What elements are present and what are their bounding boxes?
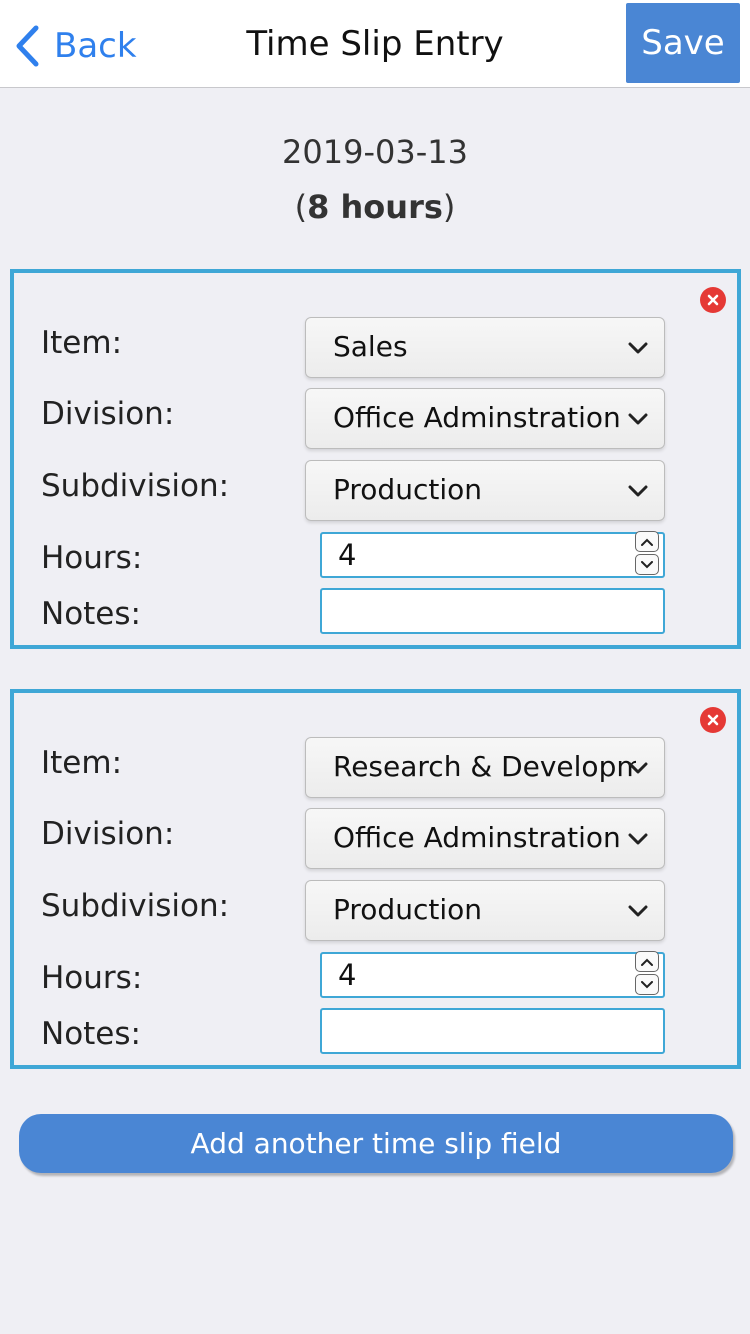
chevron-down-icon <box>628 833 648 845</box>
total-hours-suffix: ) <box>442 188 456 226</box>
subdivision-select[interactable]: Production <box>305 880 665 941</box>
notes-label: Notes: <box>41 596 141 632</box>
item-label: Item: <box>41 745 123 781</box>
time-slip-card: Item: Research & Development Division: O… <box>10 689 741 1069</box>
time-slip-card: Item: Sales Division: Office Adminstrati… <box>10 269 741 649</box>
item-label: Item: <box>41 325 123 361</box>
subdivision-label: Subdivision: <box>41 888 230 924</box>
close-circle-icon[interactable] <box>700 707 726 733</box>
hours-input[interactable]: 4 <box>320 531 665 578</box>
hours-input[interactable]: 4 <box>320 951 665 998</box>
total-hours: (8 hours) <box>0 188 750 226</box>
division-label: Division: <box>41 816 175 852</box>
entry-date: 2019-03-13 <box>282 133 468 171</box>
division-select-value: Office Adminstration <box>333 401 621 434</box>
chevron-down-icon <box>628 762 648 774</box>
subdivision-select-value: Production <box>333 893 482 926</box>
division-select[interactable]: Office Adminstration <box>305 388 665 449</box>
notes-input[interactable] <box>320 588 665 634</box>
total-hours-prefix: ( <box>294 188 308 226</box>
item-select-value: Sales <box>333 330 408 363</box>
hours-decrement-button[interactable] <box>635 974 659 995</box>
division-label: Division: <box>41 396 175 432</box>
total-hours-value: 8 hours <box>307 188 443 226</box>
nav-bar: Back Time Slip Entry Save <box>0 0 750 88</box>
notes-input[interactable] <box>320 1008 665 1054</box>
hours-label: Hours: <box>41 960 143 996</box>
hours-decrement-button[interactable] <box>635 554 659 575</box>
item-select[interactable]: Research & Development <box>305 737 665 798</box>
notes-label: Notes: <box>41 1016 141 1052</box>
chevron-up-icon <box>641 958 653 966</box>
save-button[interactable]: Save <box>626 3 740 83</box>
hours-input-value: 4 <box>338 958 357 992</box>
chevron-down-icon <box>628 905 648 917</box>
subdivision-select[interactable]: Production <box>305 460 665 521</box>
add-time-slip-button[interactable]: Add another time slip field <box>19 1114 733 1173</box>
chevron-down-icon <box>628 413 648 425</box>
chevron-down-icon <box>628 342 648 354</box>
subdivision-label: Subdivision: <box>41 468 230 504</box>
hours-increment-button[interactable] <box>635 951 659 972</box>
chevron-up-icon <box>641 538 653 546</box>
x-mark-icon <box>707 714 719 726</box>
chevron-down-icon <box>628 485 648 497</box>
x-mark-icon <box>707 294 719 306</box>
hours-increment-button[interactable] <box>635 531 659 552</box>
division-select-value: Office Adminstration <box>333 821 621 854</box>
division-select[interactable]: Office Adminstration <box>305 808 665 869</box>
hours-input-value: 4 <box>338 538 357 572</box>
item-select[interactable]: Sales <box>305 317 665 378</box>
chevron-down-icon <box>641 980 653 988</box>
item-select-value: Research & Development <box>333 750 636 783</box>
chevron-down-icon <box>641 560 653 568</box>
hours-label: Hours: <box>41 540 143 576</box>
close-circle-icon[interactable] <box>700 287 726 313</box>
subdivision-select-value: Production <box>333 473 482 506</box>
